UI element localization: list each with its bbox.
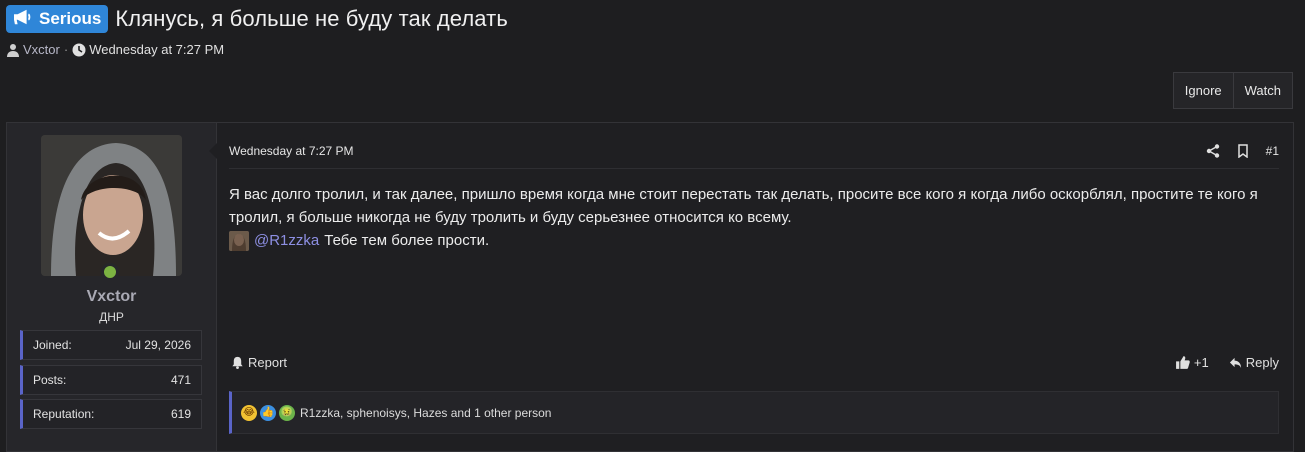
prefix-label: Serious <box>39 9 102 28</box>
thread-header: Serious Клянусь, я больше не буду так де… <box>6 4 1299 57</box>
share-icon[interactable] <box>1206 143 1220 158</box>
user-title: ДНР <box>99 310 124 324</box>
meta-separator: · <box>63 42 69 57</box>
bell-icon <box>232 356 243 369</box>
stat-posts: Posts: 471 <box>20 365 202 395</box>
thread-actions: Ignore Watch <box>1172 72 1293 109</box>
laughing-emoji-icon: 😂 <box>241 404 257 421</box>
post-body: Я вас долго тролил, и так далее, пришло … <box>229 183 1279 252</box>
thread-date[interactable]: Wednesday at 7:27 PM <box>89 42 224 57</box>
stat-joined: Joined: Jul 29, 2026 <box>20 330 202 360</box>
post-username[interactable]: Vxctor <box>7 288 216 306</box>
online-status-indicator <box>101 263 119 281</box>
ignore-button[interactable]: Ignore <box>1172 72 1234 109</box>
report-button[interactable]: Report <box>231 355 287 370</box>
clock-icon <box>72 43 86 57</box>
sick-emoji-icon: 🤢 <box>279 404 295 421</box>
stat-value: Jul 29, 2026 <box>125 338 191 352</box>
stat-label: Posts: <box>33 373 67 387</box>
page-title: Клянусь, я больше не буду так делать <box>115 6 508 31</box>
stat-label: Reputation: <box>33 407 95 421</box>
post-user-cell: Vxctor ДНР Joined: Jul 29, 2026 Posts: 4… <box>7 123 217 451</box>
user-icon <box>6 43 20 57</box>
mention-text: Тебе тем более прости. <box>324 232 490 249</box>
like-reaction-icon: 👍 <box>260 404 276 421</box>
like-button[interactable]: +1 <box>1175 355 1209 370</box>
prefix-badge[interactable]: Serious <box>6 5 109 33</box>
post-number[interactable]: #1 <box>1266 144 1279 158</box>
post-main: Wednesday at 7:27 PM #1 Я вас долго трол… <box>209 123 1293 451</box>
mention-avatar <box>229 230 249 251</box>
thread-author-link[interactable]: Vxctor <box>23 42 60 57</box>
reactions-text[interactable]: R1zzka, sphenoisys, Hazes and 1 other pe… <box>300 406 551 420</box>
post-text: Я вас долго тролил, и так далее, пришло … <box>229 186 1258 226</box>
mention-row: @R1zzka Тебе тем более прости. <box>229 229 1279 252</box>
thumbs-up-icon <box>1175 356 1190 369</box>
like-count: +1 <box>1193 355 1209 370</box>
post: Vxctor ДНР Joined: Jul 29, 2026 Posts: 4… <box>6 122 1294 452</box>
stat-value: 471 <box>170 373 191 387</box>
reply-icon <box>1229 357 1241 369</box>
watch-button[interactable]: Watch <box>1233 72 1293 109</box>
stat-label: Joined: <box>33 338 72 352</box>
user-mention-link[interactable]: @R1zzka <box>254 229 319 252</box>
stat-reputation: Reputation: 619 <box>20 399 202 429</box>
post-date[interactable]: Wednesday at 7:27 PM <box>229 144 354 158</box>
post-header: Wednesday at 7:27 PM #1 <box>229 133 1279 169</box>
post-footer: Report +1 Reply <box>231 355 1279 370</box>
reply-button[interactable]: Reply <box>1229 355 1279 370</box>
reactions-bar[interactable]: 😂 👍 🤢 R1zzka, sphenoisys, Hazes and 1 ot… <box>229 391 1279 434</box>
bookmark-icon[interactable] <box>1236 143 1250 158</box>
megaphone-icon <box>12 8 34 31</box>
reaction-icons: 😂 👍 🤢 <box>241 404 295 421</box>
reply-label: Reply <box>1245 355 1279 370</box>
thread-meta: Vxctor · Wednesday at 7:27 PM <box>6 42 1299 57</box>
report-label: Report <box>248 355 288 370</box>
avatar[interactable] <box>41 135 182 276</box>
stat-value: 619 <box>170 407 191 421</box>
